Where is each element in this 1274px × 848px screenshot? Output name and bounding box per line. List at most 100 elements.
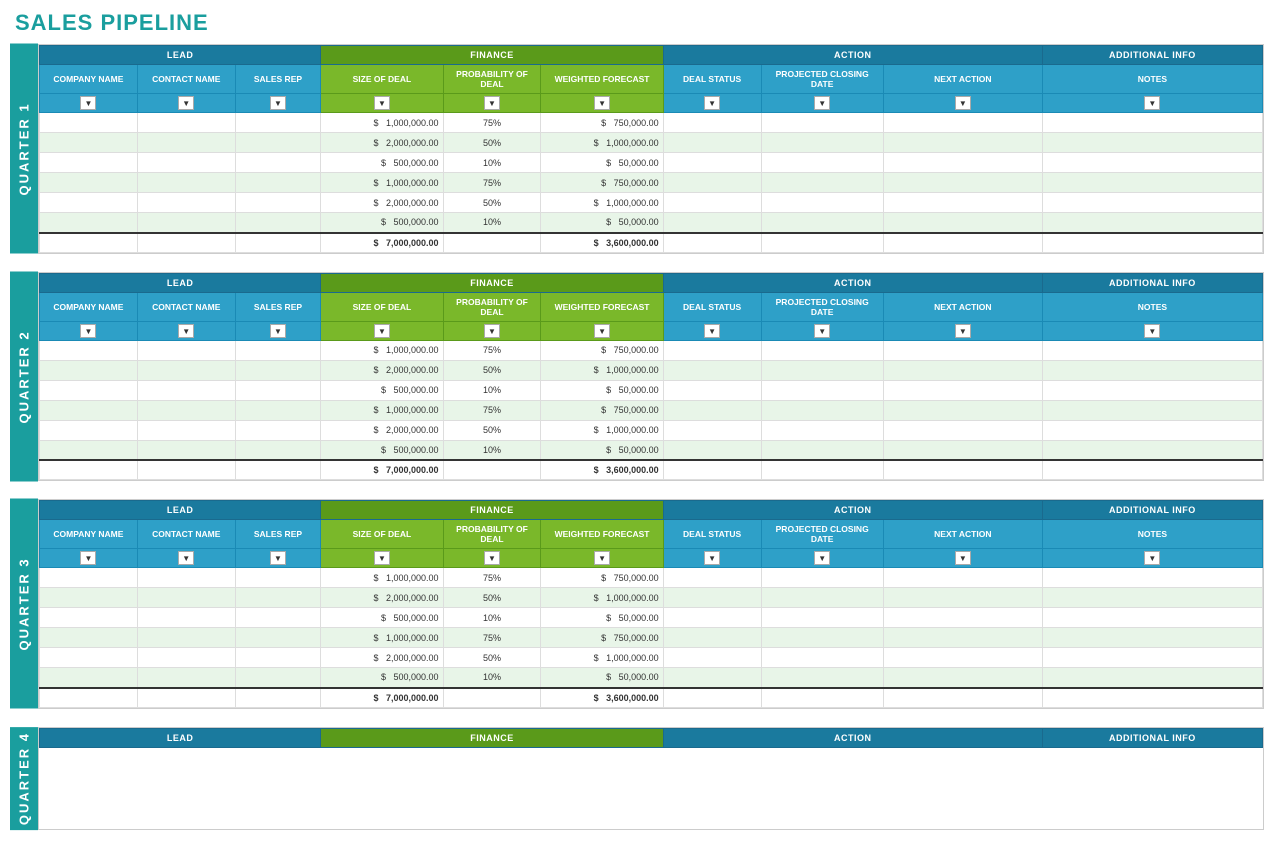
total-empty-2: [883, 460, 1042, 480]
dropdown-btn-col5-q3[interactable]: ▼: [594, 551, 610, 565]
dropdown-btn-col7-q2[interactable]: ▼: [814, 324, 830, 338]
dropdown-btn-col1-q2[interactable]: ▼: [178, 324, 194, 338]
company-cell: [40, 668, 138, 688]
prob-cell: 50%: [443, 360, 541, 380]
dealstatus-cell: [663, 608, 761, 628]
nextaction-cell: [883, 380, 1042, 400]
salesrep-cell: [235, 420, 321, 440]
company-cell: [40, 153, 138, 173]
dropdown-btn-col2-q1[interactable]: ▼: [270, 96, 286, 110]
dropdown-btn-col8-q1[interactable]: ▼: [955, 96, 971, 110]
dropdown-btn-col2-q2[interactable]: ▼: [270, 324, 286, 338]
contact-cell: [137, 133, 235, 153]
notes-cell: [1042, 133, 1262, 153]
contact-cell: [137, 420, 235, 440]
salesrep-cell: [235, 588, 321, 608]
dropdown-btn-col7-q1[interactable]: ▼: [814, 96, 830, 110]
prob-cell: 10%: [443, 608, 541, 628]
salesrep-cell: [235, 608, 321, 628]
total-weighted: $ 3,600,000.00: [541, 233, 663, 253]
dropdown-btn-col9-q2[interactable]: ▼: [1144, 324, 1160, 338]
dropdown-btn-col8-q2[interactable]: ▼: [955, 324, 971, 338]
contact-cell: [137, 400, 235, 420]
nextaction-cell: [883, 213, 1042, 233]
weighted-forecast-col-header-q3: WEIGHTED FORECAST: [541, 520, 663, 549]
projclose-cell: [761, 400, 883, 420]
dropdown-btn-col4-q3[interactable]: ▼: [484, 551, 500, 565]
total-company: [40, 233, 138, 253]
nextaction-cell: [883, 173, 1042, 193]
next-action-col-header-q2: NEXT ACTION: [883, 292, 1042, 321]
table-row: $ 500,000.0010%$ 50,000.00: [40, 380, 1263, 400]
dealstatus-cell: [663, 173, 761, 193]
notes-cell: [1042, 668, 1262, 688]
notes-cell: [1042, 400, 1262, 420]
dropdown-btn-col5-q1[interactable]: ▼: [594, 96, 610, 110]
finance-section-header-q3: FINANCE: [321, 501, 663, 520]
total-salesrep: [235, 688, 321, 708]
dealstatus-cell: [663, 113, 761, 133]
weighted-cell: $ 50,000.00: [541, 668, 663, 688]
dropdown-btn-col9-q1[interactable]: ▼: [1144, 96, 1160, 110]
dropdown-btn-col6-q2[interactable]: ▼: [704, 324, 720, 338]
dealsize-cell: $ 1,000,000.00: [321, 113, 443, 133]
dealsize-cell: $ 500,000.00: [321, 440, 443, 460]
notes-cell: [1042, 173, 1262, 193]
weighted-cell: $ 1,000,000.00: [541, 648, 663, 668]
projclose-cell: [761, 648, 883, 668]
proj-close-col-header-q3: PROJECTED CLOSING DATE: [761, 520, 883, 549]
prob-cell: 75%: [443, 113, 541, 133]
dropdown-btn-col3-q1[interactable]: ▼: [374, 96, 390, 110]
finance-section-header-q2: FINANCE: [321, 273, 663, 292]
projclose-cell: [761, 193, 883, 213]
dropdown-btn-col0-q2[interactable]: ▼: [80, 324, 96, 338]
dropdown-btn-col9-q3[interactable]: ▼: [1144, 551, 1160, 565]
salesrep-cell: [235, 400, 321, 420]
dropdown-btn-col5-q2[interactable]: ▼: [594, 324, 610, 338]
dropdown-btn-col3-q2[interactable]: ▼: [374, 324, 390, 338]
total-empty-0: [663, 233, 761, 253]
company-cell: [40, 420, 138, 440]
total-dealsize: $ 7,000,000.00: [321, 688, 443, 708]
dealsize-cell: $ 2,000,000.00: [321, 420, 443, 440]
dropdown-btn-col7-q3[interactable]: ▼: [814, 551, 830, 565]
prob-deal-col-header-q1: PROBABILITY OF DEAL: [443, 65, 541, 94]
notes-col-header-q3: NOTES: [1042, 520, 1262, 549]
total-contact: [137, 460, 235, 480]
dropdown-btn-col4-q2[interactable]: ▼: [484, 324, 500, 338]
weighted-cell: $ 50,000.00: [541, 380, 663, 400]
dealsize-cell: $ 2,000,000.00: [321, 588, 443, 608]
salesrep-cell: [235, 648, 321, 668]
company-cell: [40, 340, 138, 360]
dropdown-btn-col0-q1[interactable]: ▼: [80, 96, 96, 110]
dropdown-btn-col1-q3[interactable]: ▼: [178, 551, 194, 565]
weighted-cell: $ 750,000.00: [541, 628, 663, 648]
dropdown-btn-col3-q3[interactable]: ▼: [374, 551, 390, 565]
total-empty-1: [761, 460, 883, 480]
sales-rep-col-header-q2: SALES REP: [235, 292, 321, 321]
dealsize-cell: $ 1,000,000.00: [321, 628, 443, 648]
dealsize-cell: $ 500,000.00: [321, 213, 443, 233]
notes-cell: [1042, 608, 1262, 628]
additional-section-header: ADDITIONAL INFO: [1042, 728, 1262, 747]
projclose-cell: [761, 213, 883, 233]
dropdown-btn-col6-q1[interactable]: ▼: [704, 96, 720, 110]
contact-cell: [137, 588, 235, 608]
dropdown-btn-col4-q1[interactable]: ▼: [484, 96, 500, 110]
dropdown-btn-col6-q3[interactable]: ▼: [704, 551, 720, 565]
total-empty-0: [663, 460, 761, 480]
dropdown-btn-col0-q3[interactable]: ▼: [80, 551, 96, 565]
prob-cell: 50%: [443, 588, 541, 608]
contact-cell: [137, 628, 235, 648]
dealstatus-cell: [663, 420, 761, 440]
prob-cell: 75%: [443, 173, 541, 193]
dealstatus-cell: [663, 400, 761, 420]
dropdown-btn-col8-q3[interactable]: ▼: [955, 551, 971, 565]
dropdown-btn-col1-q1[interactable]: ▼: [178, 96, 194, 110]
total-empty-2: [883, 688, 1042, 708]
table-row: $ 2,000,000.0050%$ 1,000,000.00: [40, 420, 1263, 440]
lead-section-header-q1: LEAD: [40, 46, 321, 65]
projclose-cell: [761, 440, 883, 460]
page-title: SALES PIPELINE: [0, 0, 1274, 44]
dropdown-btn-col2-q3[interactable]: ▼: [270, 551, 286, 565]
